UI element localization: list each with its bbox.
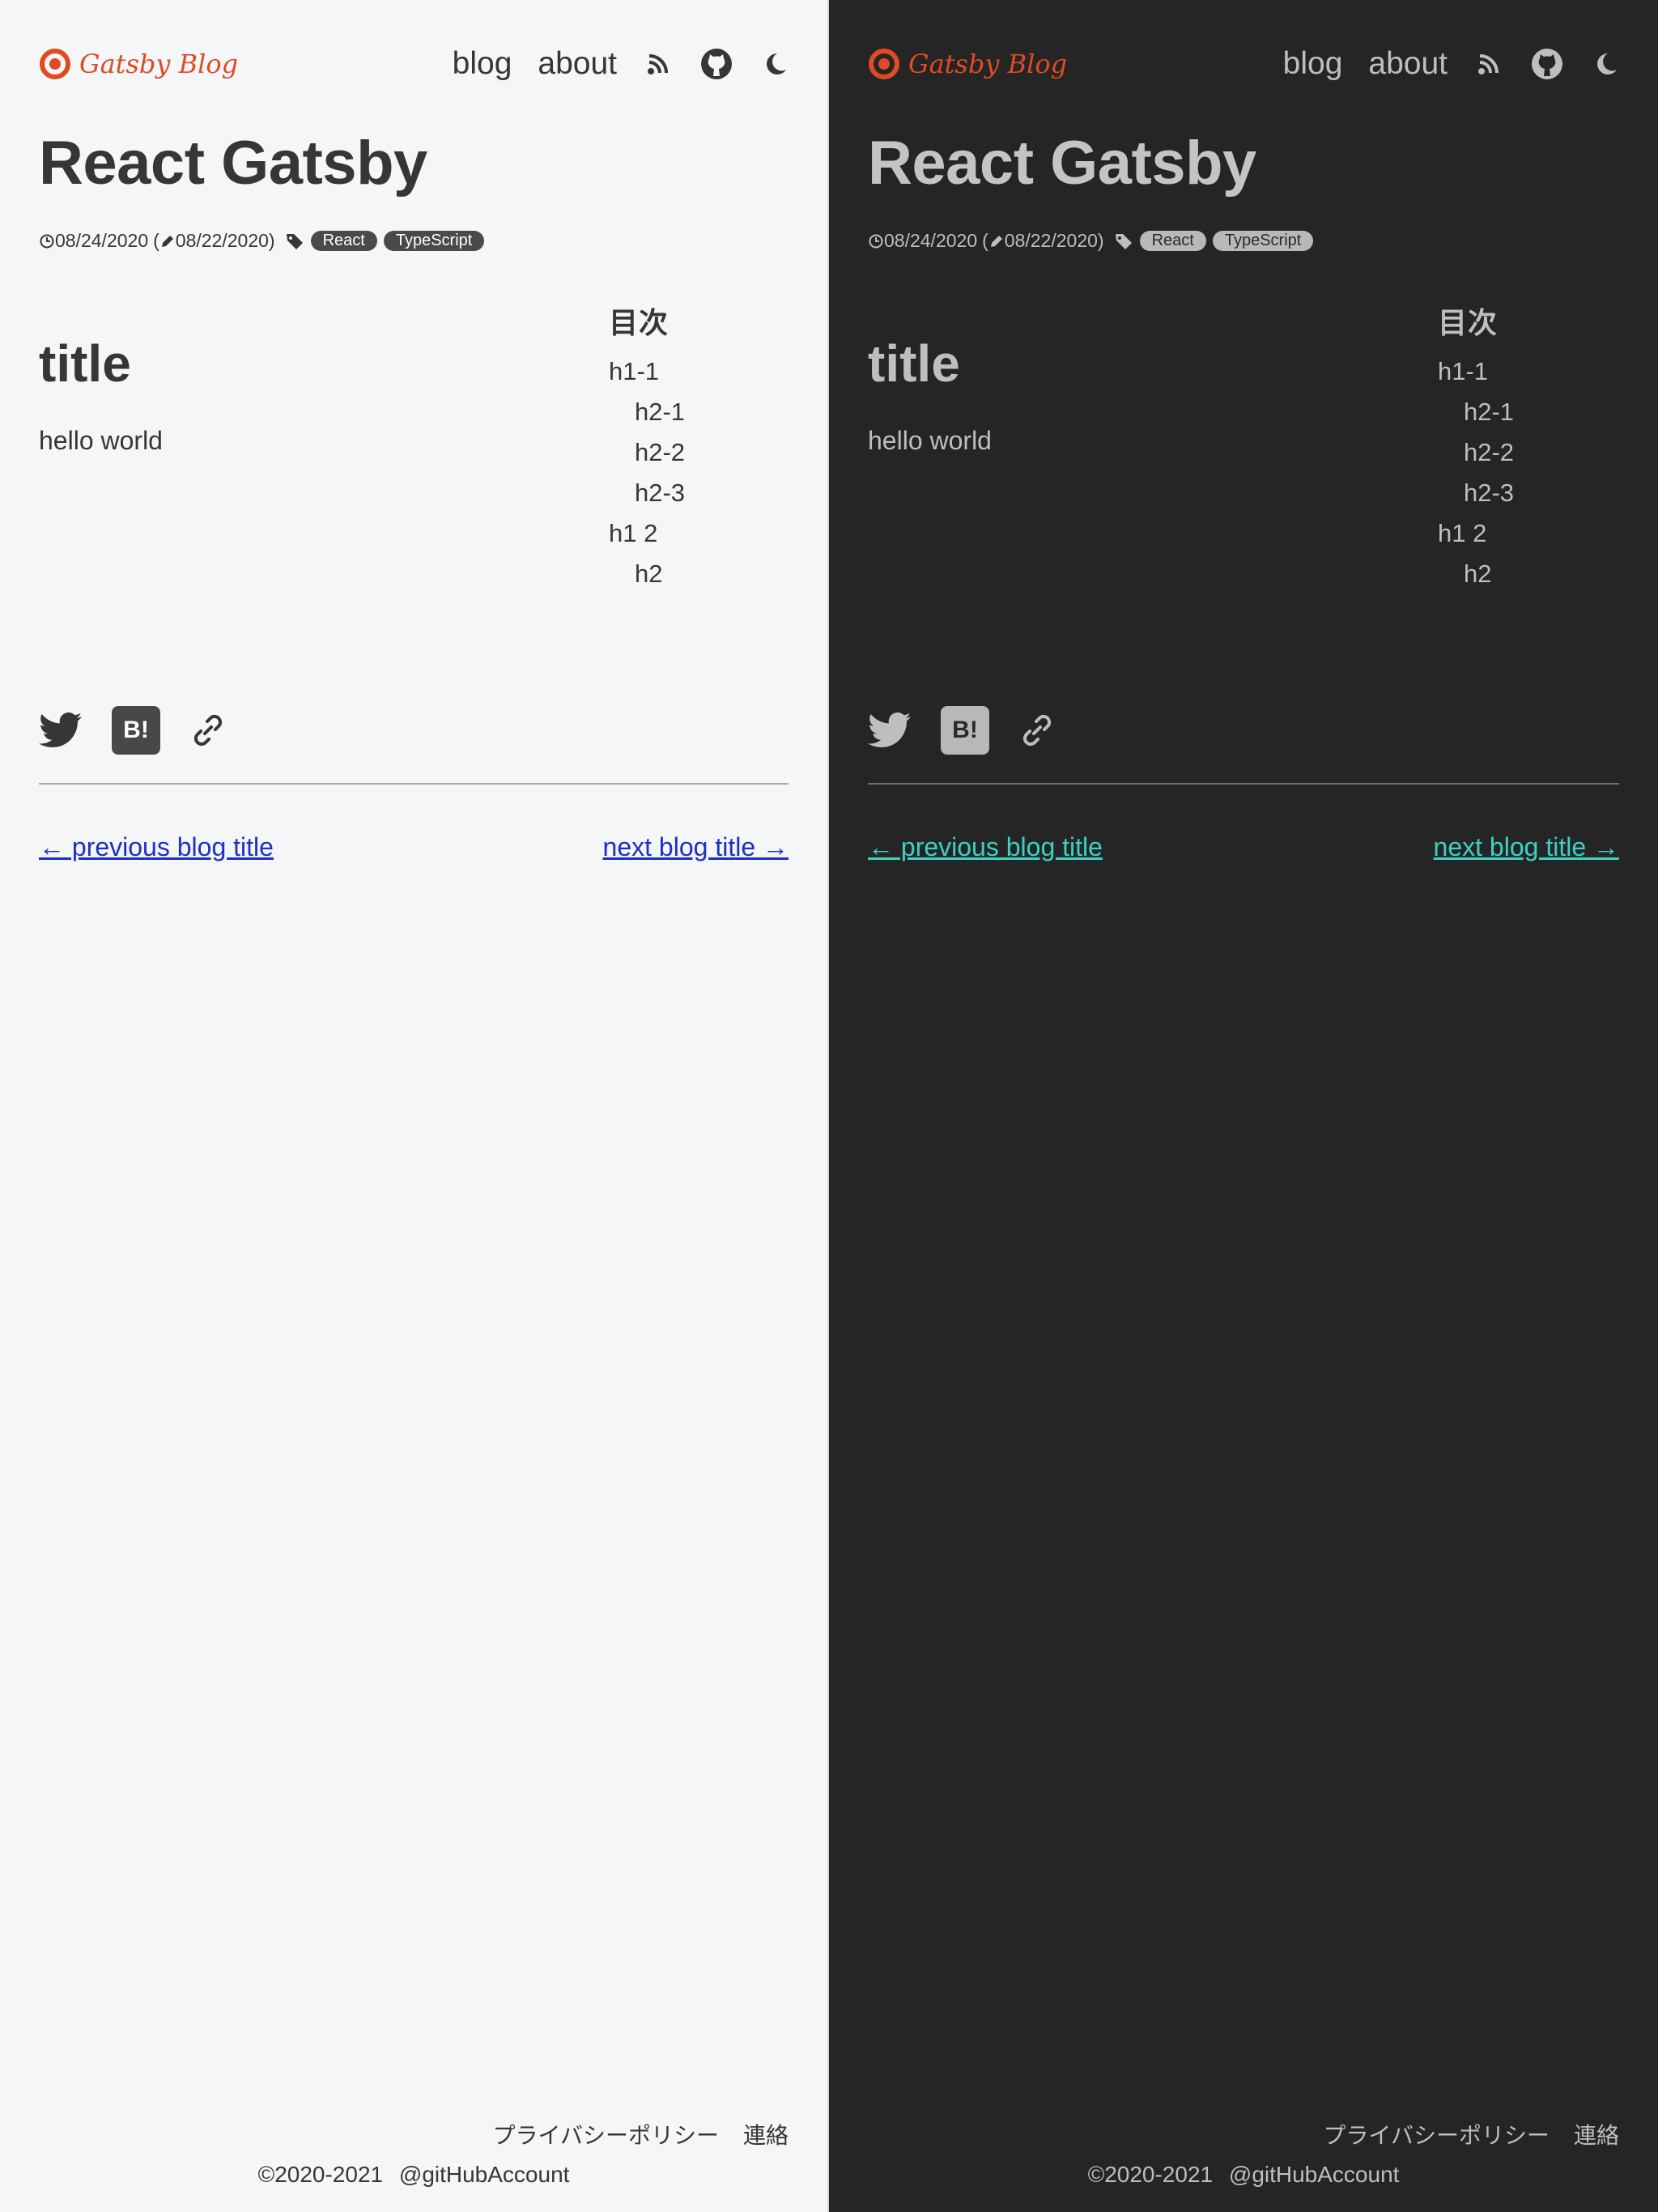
- hatena-bookmark-icon[interactable]: B!: [112, 706, 160, 755]
- contact-link[interactable]: 連絡: [743, 2118, 789, 2150]
- share-buttons: B!: [868, 706, 1056, 755]
- article-heading: title: [39, 334, 131, 393]
- updated-paren: (: [153, 230, 159, 251]
- toc-item[interactable]: h1 2: [1438, 513, 1640, 554]
- toc-item[interactable]: h2-3: [1438, 473, 1640, 513]
- tag-icon: [285, 232, 304, 251]
- page-title: React Gatsby: [868, 129, 1256, 198]
- next-post-link[interactable]: next blog title →: [603, 832, 789, 862]
- nav-blog-link[interactable]: blog: [1283, 46, 1343, 82]
- copyright: ©2020-2021 @gitHubAccount: [0, 2162, 827, 2188]
- github-account-link[interactable]: @gitHubAccount: [1229, 2162, 1400, 2187]
- github-icon[interactable]: [699, 47, 733, 81]
- post-pager: ← previous blog title next blog title →: [39, 832, 789, 862]
- copyright-text: ©2020-2021: [257, 2162, 384, 2187]
- dark-mode-toggle-moon-icon[interactable]: [1593, 51, 1619, 77]
- clock-icon: [868, 233, 884, 249]
- github-icon[interactable]: [1530, 47, 1564, 81]
- page-title: React Gatsby: [39, 129, 427, 198]
- toc-item[interactable]: h1 2: [609, 513, 811, 554]
- twitter-icon[interactable]: [868, 712, 912, 749]
- toc-item[interactable]: h1-1: [609, 351, 811, 392]
- main-nav: blog about: [453, 46, 789, 82]
- copyright: ©2020-2021 @gitHubAccount: [829, 2162, 1658, 2188]
- toc-item[interactable]: h2-2: [609, 432, 811, 473]
- previous-post-link[interactable]: ← previous blog title: [868, 832, 1103, 862]
- toc-heading: 目次: [609, 306, 670, 339]
- tag-icon: [1114, 232, 1133, 251]
- toc-list: h1-1 h2-1 h2-2 h2-3 h1 2 h2: [609, 351, 811, 594]
- toc-heading: 目次: [1438, 306, 1499, 339]
- divider: [868, 783, 1619, 785]
- github-account-link[interactable]: @gitHubAccount: [399, 2162, 570, 2187]
- main-nav: blog about: [1283, 46, 1619, 82]
- site-name: Gatsby Blog: [79, 49, 239, 79]
- link-icon[interactable]: [1018, 712, 1056, 749]
- divider: [39, 783, 789, 785]
- toc-item[interactable]: h2: [609, 554, 811, 594]
- post-meta: 08/24/2020 ( 08/22/2020) React TypeScrip…: [868, 230, 1314, 252]
- previous-post-link[interactable]: ← previous blog title: [39, 832, 274, 862]
- clock-icon: [39, 233, 55, 249]
- light-theme-pane: Gatsby Blog blog about React Gatsby 08/2…: [0, 0, 829, 2212]
- pencil-icon: [159, 233, 176, 249]
- toc-item[interactable]: h2: [1438, 554, 1640, 594]
- footer-links: プライバシーポリシー 連絡: [1324, 2118, 1619, 2150]
- toc-item[interactable]: h2-2: [1438, 432, 1640, 473]
- rss-icon[interactable]: [646, 52, 670, 76]
- table-of-contents: 目次 h1-1 h2-1 h2-2 h2-3 h1 2 h2: [609, 300, 811, 594]
- post-meta: 08/24/2020 ( 08/22/2020) React TypeScrip…: [39, 230, 485, 252]
- tag-react[interactable]: React: [1139, 231, 1206, 251]
- site-name: Gatsby Blog: [908, 49, 1068, 79]
- contact-link[interactable]: 連絡: [1574, 2118, 1619, 2150]
- dark-theme-pane: Gatsby Blog blog about React Gatsby 08/2…: [829, 0, 1658, 2212]
- rss-icon[interactable]: [1477, 52, 1501, 76]
- site-header: Gatsby Blog blog about: [868, 40, 1619, 87]
- pencil-icon: [988, 233, 1005, 249]
- nav-about-link[interactable]: about: [538, 46, 617, 82]
- toc-item[interactable]: h2-1: [1438, 392, 1640, 432]
- post-pager: ← previous blog title next blog title →: [868, 832, 1619, 862]
- copyright-text: ©2020-2021: [1087, 2162, 1214, 2187]
- next-post-link[interactable]: next blog title →: [1434, 832, 1619, 862]
- link-icon[interactable]: [189, 712, 227, 749]
- tag-typescript[interactable]: TypeScript: [1212, 231, 1314, 251]
- gatsby-logo-icon: [869, 49, 899, 79]
- site-brand[interactable]: Gatsby Blog: [868, 48, 1067, 80]
- tag-react[interactable]: React: [310, 231, 377, 251]
- gatsby-logo-icon: [40, 49, 70, 79]
- published-date: 08/24/2020: [55, 230, 149, 251]
- published-date: 08/24/2020: [884, 230, 978, 251]
- tag-typescript[interactable]: TypeScript: [383, 231, 485, 251]
- dark-mode-toggle-moon-icon[interactable]: [763, 51, 789, 77]
- toc-list: h1-1 h2-1 h2-2 h2-3 h1 2 h2: [1438, 351, 1640, 594]
- site-header: Gatsby Blog blog about: [39, 40, 789, 87]
- article-body: hello world: [868, 426, 992, 455]
- twitter-icon[interactable]: [39, 712, 83, 749]
- article-heading: title: [868, 334, 960, 393]
- privacy-policy-link[interactable]: プライバシーポリシー: [493, 2118, 719, 2150]
- updated-date: 08/22/2020): [1004, 230, 1104, 251]
- privacy-policy-link[interactable]: プライバシーポリシー: [1324, 2118, 1550, 2150]
- nav-about-link[interactable]: about: [1368, 46, 1448, 82]
- updated-date: 08/22/2020): [175, 230, 275, 251]
- updated-paren: (: [982, 230, 988, 251]
- site-brand[interactable]: Gatsby Blog: [39, 48, 238, 80]
- nav-blog-link[interactable]: blog: [453, 46, 512, 82]
- article-body: hello world: [39, 426, 163, 455]
- table-of-contents: 目次 h1-1 h2-1 h2-2 h2-3 h1 2 h2: [1438, 300, 1640, 594]
- footer-links: プライバシーポリシー 連絡: [493, 2118, 789, 2150]
- toc-item[interactable]: h2-1: [609, 392, 811, 432]
- toc-item[interactable]: h1-1: [1438, 351, 1640, 392]
- toc-item[interactable]: h2-3: [609, 473, 811, 513]
- share-buttons: B!: [39, 706, 227, 755]
- hatena-bookmark-icon[interactable]: B!: [941, 706, 989, 755]
